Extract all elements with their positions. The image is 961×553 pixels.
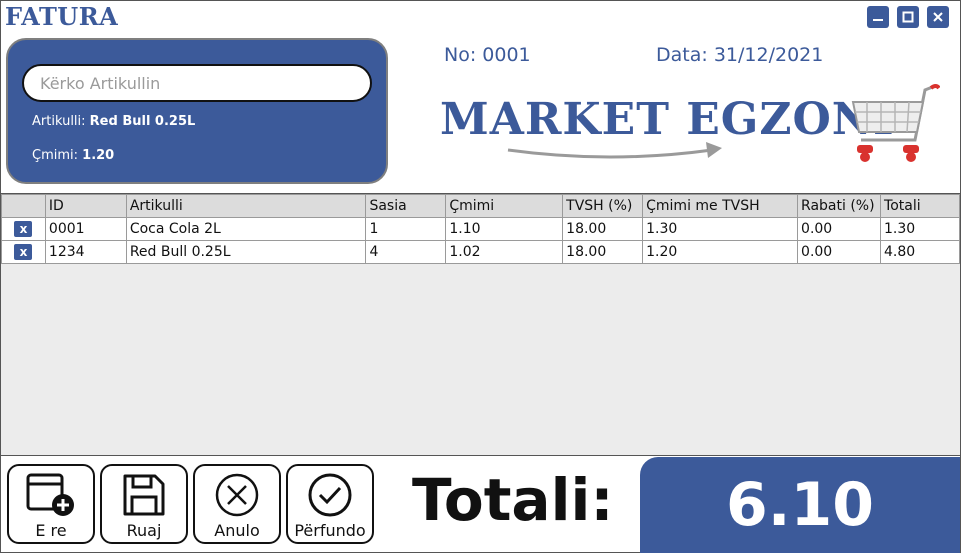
delete-cell: x [1,217,46,241]
delete-row-button[interactable]: x [14,221,33,237]
check-icon [308,473,352,517]
table-header-row: ID Artikulli Sasia Çmimi TVSH (%) Çmimi … [1,194,960,218]
invoice-date: Data: 31/12/2021 [656,44,823,66]
total-value: 6.10 [725,470,875,540]
minimize-button[interactable] [867,6,889,28]
close-icon [933,12,943,22]
cancel-icon [215,473,259,517]
save-label: Ruaj [126,521,162,540]
cell-cmimi-me-tvsh[interactable]: 1.20 [642,240,799,264]
invoice-number-value: 0001 [482,44,531,66]
cell-totali[interactable]: 4.80 [880,240,960,264]
new-invoice-label: E re [35,521,67,540]
cell-rabati[interactable]: 0.00 [797,240,882,264]
total-box: 6.10 [640,457,960,553]
invoice-date-value: 31/12/2021 [713,44,824,66]
cell-artikulli[interactable]: Coca Cola 2L [125,217,367,241]
item-value: Red Bull 0.25L [89,114,196,129]
header-cell-artikulli[interactable]: Artikulli [125,194,367,218]
cell-rabati[interactable]: 0.00 [797,217,882,241]
cell-cmimi[interactable]: 1.10 [445,217,564,241]
new-document-icon [26,473,74,516]
header-cell-cmimi-me-tvsh[interactable]: Çmimi me TVSH [642,194,799,218]
items-grid[interactable]: ID Artikulli Sasia Çmimi TVSH (%) Çmimi … [1,193,960,456]
invoice-date-label: Data: [656,44,708,66]
shopping-cart-icon [851,84,940,162]
swoosh-arrow-icon [507,142,722,159]
search-input[interactable] [22,64,372,102]
app-title: FATURA [5,2,119,31]
cell-cmimi[interactable]: 1.02 [445,240,564,264]
header-cell-totali[interactable]: Totali [880,194,960,218]
search-panel: Artikulli: Red Bull 0.25L Çmimi: 1.20 [6,38,388,184]
header-cell-id[interactable]: ID [44,194,127,218]
maximize-icon [902,11,914,23]
cell-artikulli[interactable]: Red Bull 0.25L [125,240,367,264]
total-label: Totali: [412,466,614,534]
new-invoice-button[interactable]: E re [7,464,95,544]
delete-cell: x [1,240,46,264]
items-table: ID Artikulli Sasia Çmimi TVSH (%) Çmimi … [1,194,960,264]
header-cell-rabati[interactable]: Rabati (%) [797,194,882,218]
table-row[interactable]: x 1234 Red Bull 0.25L 4 1.02 18.00 1.20 … [1,240,960,264]
header-cell-cmimi[interactable]: Çmimi [445,194,564,218]
price-label: Çmimi: [32,148,79,163]
cancel-label: Anulo [214,521,260,540]
table-row[interactable]: x 0001 Coca Cola 2L 1 1.10 18.00 1.30 0.… [1,217,960,241]
price-value: 1.20 [82,148,115,163]
selected-item-line: Artikulli: Red Bull 0.25L [32,114,195,129]
header-cell-tvsh[interactable]: TVSH (%) [562,194,644,218]
close-button[interactable] [927,6,949,28]
finish-label: Përfundo [294,521,366,540]
cell-tvsh[interactable]: 18.00 [562,240,644,264]
cell-id[interactable]: 1234 [44,240,127,264]
cell-sasia[interactable]: 1 [365,217,447,241]
invoice-number-label: No: [444,44,477,66]
invoice-number: No: 0001 [444,44,531,66]
header-cell-select [1,194,46,218]
delete-row-button[interactable]: x [14,244,33,260]
minimize-icon [873,19,883,21]
cell-totali[interactable]: 1.30 [880,217,960,241]
finish-button[interactable]: Përfundo [286,464,374,544]
item-label: Artikulli: [32,114,86,129]
header-cell-sasia[interactable]: Sasia [365,194,447,218]
cell-sasia[interactable]: 4 [365,240,447,264]
save-button[interactable]: Ruaj [100,464,188,544]
selected-price-line: Çmimi: 1.20 [32,148,114,163]
cell-id[interactable]: 0001 [44,217,127,241]
maximize-button[interactable] [897,6,919,28]
cancel-button[interactable]: Anulo [193,464,281,544]
save-icon [123,474,165,516]
cell-tvsh[interactable]: 18.00 [562,217,644,241]
cell-cmimi-me-tvsh[interactable]: 1.30 [642,217,799,241]
